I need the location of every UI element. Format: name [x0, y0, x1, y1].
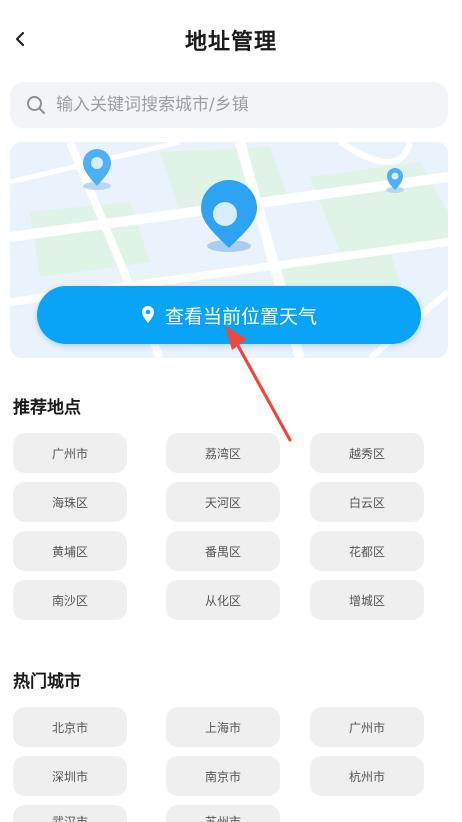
chip-recommended[interactable]: 广州市 [13, 433, 127, 473]
chip-hot-city[interactable]: 北京市 [13, 707, 127, 747]
search-input[interactable] [54, 94, 418, 116]
page-title: 地址管理 [184, 30, 277, 55]
chip-recommended[interactable]: 增城区 [310, 580, 424, 620]
chip-hot-city[interactable]: 苏州市 [166, 805, 280, 822]
chip-recommended[interactable]: 天河区 [166, 482, 280, 522]
chip-recommended[interactable]: 花都区 [310, 531, 424, 571]
chip-hot-city[interactable]: 武汉市 [13, 805, 127, 822]
chip-recommended[interactable]: 越秀区 [310, 433, 424, 473]
map-pin-icon [386, 168, 404, 193]
view-current-location-weather-button[interactable]: 查看当前位置天气 [37, 286, 421, 344]
chip-recommended[interactable]: 海珠区 [13, 482, 127, 522]
chip-hot-city[interactable]: 广州市 [310, 707, 424, 747]
chip-recommended[interactable]: 黄埔区 [13, 531, 127, 571]
locate-button-label: 查看当前位置天气 [164, 305, 317, 328]
chip-recommended[interactable]: 白云区 [310, 482, 424, 522]
chip-hot-city[interactable]: 深圳市 [13, 756, 127, 796]
chip-recommended[interactable]: 番禺区 [166, 531, 280, 571]
map-pin-icon [83, 149, 111, 190]
search-bar[interactable] [10, 82, 448, 128]
chip-hot-city[interactable]: 杭州市 [310, 756, 424, 796]
location-pin-icon [141, 306, 155, 324]
chip-recommended[interactable]: 荔湾区 [166, 433, 280, 473]
chip-hot-city[interactable]: 南京市 [166, 756, 280, 796]
recommended-section-title: 推荐地点 [13, 398, 81, 418]
chip-hot-city[interactable]: 上海市 [166, 707, 280, 747]
chip-recommended[interactable]: 南沙区 [13, 580, 127, 620]
hot-cities-section-title: 热门城市 [13, 672, 81, 692]
header: 地址管理 [0, 0, 462, 80]
search-icon [26, 95, 46, 115]
chip-recommended[interactable]: 从化区 [166, 580, 280, 620]
